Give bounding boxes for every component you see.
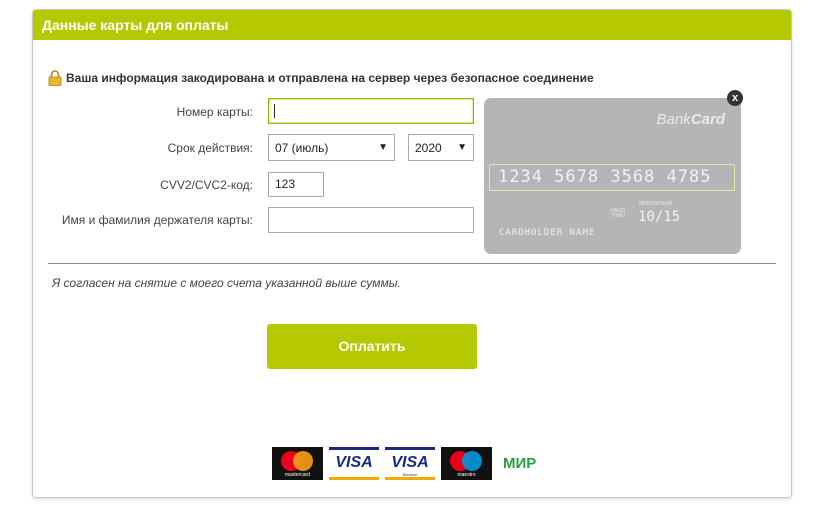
- card-month-year-label: MONTH/YEAR: [639, 201, 673, 207]
- cvv-input[interactable]: 123: [268, 172, 324, 197]
- card-preview-holder: CARDHOLDER NAME: [499, 228, 596, 238]
- payment-panel: Данные карты для оплаты Ваша информация …: [32, 9, 792, 498]
- text-caret: [274, 104, 275, 118]
- consent-text: Я согласен на снятие с моего счета указа…: [52, 276, 401, 290]
- cvv-value: 123: [275, 177, 296, 191]
- card-valid-thru-label: VALID THRU: [610, 208, 625, 219]
- expiry-year-value: 2020: [415, 140, 442, 155]
- expiry-label: Срок действия:: [167, 141, 253, 155]
- expiry-month-select[interactable]: 07 (июль) ▼: [268, 134, 395, 161]
- maestro-logo: maestro: [441, 447, 492, 480]
- pay-button[interactable]: Оплатить: [267, 324, 477, 369]
- card-brand: BankCard: [656, 111, 725, 128]
- expiry-month-value: 07 (июль): [275, 140, 329, 155]
- mir-logo: МИР: [503, 455, 537, 472]
- visa-logo: VISA: [329, 447, 379, 480]
- lock-icon: [48, 70, 62, 86]
- secure-notice: Ваша информация закодирована и отправлен…: [48, 70, 594, 86]
- card-preview-number: 1234 5678 3568 4785: [489, 164, 735, 191]
- divider: [48, 263, 776, 264]
- expiry-year-select[interactable]: 2020 ▼: [408, 134, 474, 161]
- card-preview-expiry: 10/15: [638, 209, 681, 225]
- visa-electron-logo: VISA Electron: [385, 447, 435, 480]
- card-preview: x BankCard 1234 5678 3568 4785 MONTH/YEA…: [484, 90, 743, 254]
- cvv-label: CVV2/CVC2-код:: [160, 178, 253, 192]
- panel-title: Данные карты для оплаты: [33, 10, 791, 40]
- close-icon[interactable]: x: [727, 90, 743, 106]
- holder-label: Имя и фамилия держателя карты:: [61, 213, 253, 227]
- secure-notice-text: Ваша информация закодирована и отправлен…: [66, 71, 594, 85]
- cardholder-name-input[interactable]: [268, 207, 474, 233]
- card-number-label: Номер карты:: [176, 105, 253, 119]
- card-number-input[interactable]: [268, 98, 474, 124]
- chevron-down-icon: ▼: [457, 142, 467, 153]
- mastercard-logo: mastercard: [272, 447, 323, 480]
- chevron-down-icon: ▼: [378, 142, 388, 153]
